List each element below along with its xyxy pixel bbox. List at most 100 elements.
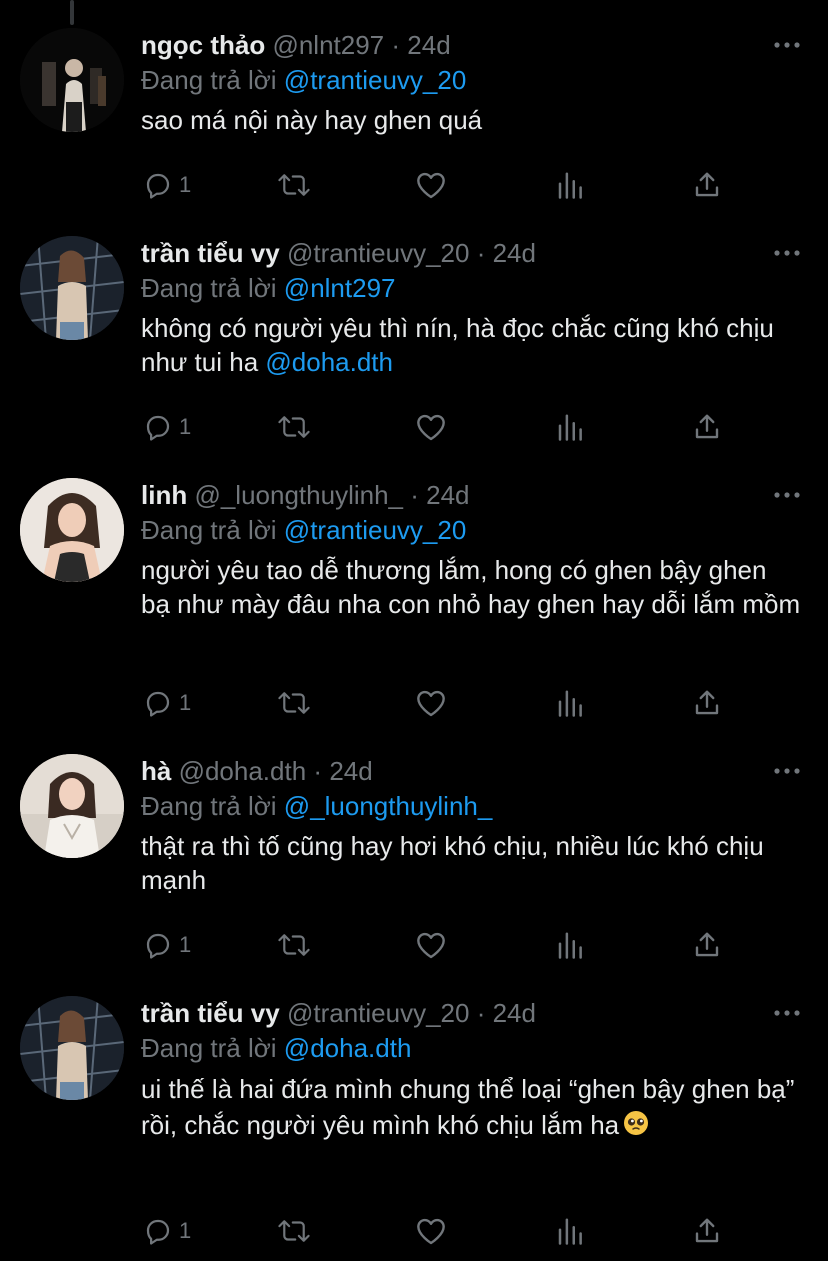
more-options-button[interactable] bbox=[770, 28, 804, 62]
like-button[interactable] bbox=[415, 1214, 447, 1248]
tweet-actions: 1 bbox=[141, 928, 741, 962]
tweet-text: người yêu tao dễ thương lắm, hong có ghe… bbox=[141, 555, 801, 619]
tweet-text-content: không có người yêu thì nín, hà đọc chắc … bbox=[141, 313, 774, 377]
avatar[interactable] bbox=[20, 28, 124, 132]
share-button[interactable] bbox=[692, 928, 722, 962]
replying-to-label: Đang trả lời bbox=[141, 791, 277, 821]
views-icon bbox=[558, 690, 582, 717]
username[interactable]: @_luongthuylinh_ bbox=[194, 480, 403, 510]
timestamp[interactable]: 24d bbox=[493, 998, 536, 1028]
reply-icon bbox=[146, 691, 170, 717]
display-name[interactable]: ngọc thảo bbox=[141, 30, 265, 60]
separator-dot: · bbox=[476, 998, 486, 1028]
retweet-icon bbox=[278, 416, 310, 438]
retweet-icon bbox=[278, 934, 310, 956]
replying-to-mention[interactable]: @doha.dth bbox=[284, 1033, 412, 1063]
replying-to: Đang trả lời @nlnt297 bbox=[141, 271, 396, 305]
username[interactable]: @doha.dth bbox=[179, 756, 307, 786]
replying-to-mention[interactable]: @trantieuvy_20 bbox=[284, 515, 467, 545]
avatar[interactable] bbox=[20, 478, 124, 582]
retweet-button[interactable] bbox=[277, 1214, 311, 1248]
views-button[interactable] bbox=[555, 1214, 585, 1248]
separator-dot: · bbox=[476, 238, 486, 268]
username[interactable]: @trantieuvy_20 bbox=[287, 998, 470, 1028]
timestamp[interactable]: 24d bbox=[329, 756, 372, 786]
retweet-button[interactable] bbox=[277, 928, 311, 962]
more-options-button[interactable] bbox=[770, 236, 804, 270]
thread-connector-line bbox=[70, 0, 74, 25]
views-button[interactable] bbox=[555, 686, 585, 720]
timestamp[interactable]: 24d bbox=[426, 480, 469, 510]
tweet-header: linh @_luongthuylinh_ · 24d bbox=[141, 478, 470, 512]
replying-to-mention[interactable]: @trantieuvy_20 bbox=[284, 65, 467, 95]
display-name[interactable]: linh bbox=[141, 480, 187, 510]
retweet-icon bbox=[278, 692, 310, 714]
retweet-button[interactable] bbox=[277, 686, 311, 720]
retweet-button[interactable] bbox=[277, 168, 311, 202]
replying-to: Đang trả lời @doha.dth bbox=[141, 1031, 411, 1065]
tweet-header: trần tiểu vy @trantieuvy_20 · 24d bbox=[141, 236, 536, 270]
share-icon bbox=[695, 932, 719, 957]
replying-to-label: Đang trả lời bbox=[141, 273, 277, 303]
like-button[interactable] bbox=[415, 928, 447, 962]
timestamp[interactable]: 24d bbox=[407, 30, 450, 60]
more-icon bbox=[774, 1010, 800, 1016]
reply-count: 1 bbox=[179, 414, 192, 439]
tweet-text-content: ui thế là hai đứa mình chung thể loại “g… bbox=[141, 1074, 795, 1140]
avatar[interactable] bbox=[20, 996, 124, 1100]
more-icon bbox=[774, 250, 800, 256]
avatar[interactable] bbox=[20, 754, 124, 858]
username[interactable]: @nlnt297 bbox=[272, 30, 384, 60]
share-button[interactable] bbox=[692, 686, 722, 720]
reply-icon bbox=[146, 933, 170, 959]
reply-icon bbox=[146, 1219, 170, 1245]
more-options-button[interactable] bbox=[770, 754, 804, 788]
share-button[interactable] bbox=[692, 1214, 722, 1248]
like-button[interactable] bbox=[415, 410, 447, 444]
more-options-button[interactable] bbox=[770, 478, 804, 512]
display-name[interactable]: trần tiểu vy bbox=[141, 238, 280, 268]
replying-to: Đang trả lời @trantieuvy_20 bbox=[141, 63, 466, 97]
views-button[interactable] bbox=[555, 928, 585, 962]
display-name[interactable]: hà bbox=[141, 756, 171, 786]
display-name[interactable]: trần tiểu vy bbox=[141, 998, 280, 1028]
views-icon bbox=[558, 414, 582, 441]
tweet[interactable]: hà @doha.dth · 24d Đang trả lời @_luongt… bbox=[0, 754, 828, 980]
reply-button[interactable]: 1 bbox=[143, 1214, 191, 1248]
like-icon bbox=[417, 414, 445, 441]
replying-to-mention[interactable]: @nlnt297 bbox=[284, 273, 396, 303]
reply-button[interactable]: 1 bbox=[143, 686, 191, 720]
views-button[interactable] bbox=[555, 168, 585, 202]
views-icon bbox=[558, 172, 582, 199]
reply-button[interactable]: 1 bbox=[143, 928, 191, 962]
username[interactable]: @trantieuvy_20 bbox=[287, 238, 470, 268]
retweet-button[interactable] bbox=[277, 410, 311, 444]
more-options-button[interactable] bbox=[770, 996, 804, 1030]
replying-to-mention[interactable]: @_luongthuylinh_ bbox=[284, 791, 493, 821]
separator-dot: · bbox=[391, 30, 401, 60]
tweet-actions: 1 bbox=[141, 686, 741, 720]
retweet-icon bbox=[278, 1220, 310, 1242]
replying-to: Đang trả lời @trantieuvy_20 bbox=[141, 513, 466, 547]
share-button[interactable] bbox=[692, 410, 722, 444]
reply-button[interactable]: 1 bbox=[143, 168, 191, 202]
tweet[interactable]: ngọc thảo @nlnt297 · 24d Đang trả lời @t… bbox=[0, 28, 828, 218]
tweet[interactable]: linh @_luongthuylinh_ · 24d Đang trả lời… bbox=[0, 478, 828, 738]
tweet[interactable]: trần tiểu vy @trantieuvy_20 · 24d Đang t… bbox=[0, 236, 828, 466]
tweet-header: trần tiểu vy @trantieuvy_20 · 24d bbox=[141, 996, 536, 1030]
reply-button[interactable]: 1 bbox=[143, 410, 191, 444]
tweet[interactable]: trần tiểu vy @trantieuvy_20 · 24d Đang t… bbox=[0, 996, 828, 1256]
separator-dot: · bbox=[410, 480, 419, 510]
views-button[interactable] bbox=[555, 410, 585, 444]
text-mention[interactable]: @doha.dth bbox=[265, 347, 393, 377]
tweet-header: hà @doha.dth · 24d bbox=[141, 754, 373, 788]
tweet-text: thật ra thì tố cũng hay hơi khó chịu, nh… bbox=[141, 831, 764, 895]
views-icon bbox=[558, 932, 582, 959]
tweet-text: không có người yêu thì nín, hà đọc chắc … bbox=[141, 311, 801, 379]
share-button[interactable] bbox=[692, 168, 722, 202]
like-button[interactable] bbox=[415, 168, 447, 202]
like-button[interactable] bbox=[415, 686, 447, 720]
more-icon bbox=[774, 42, 800, 48]
timestamp[interactable]: 24d bbox=[493, 238, 536, 268]
avatar[interactable] bbox=[20, 236, 124, 340]
